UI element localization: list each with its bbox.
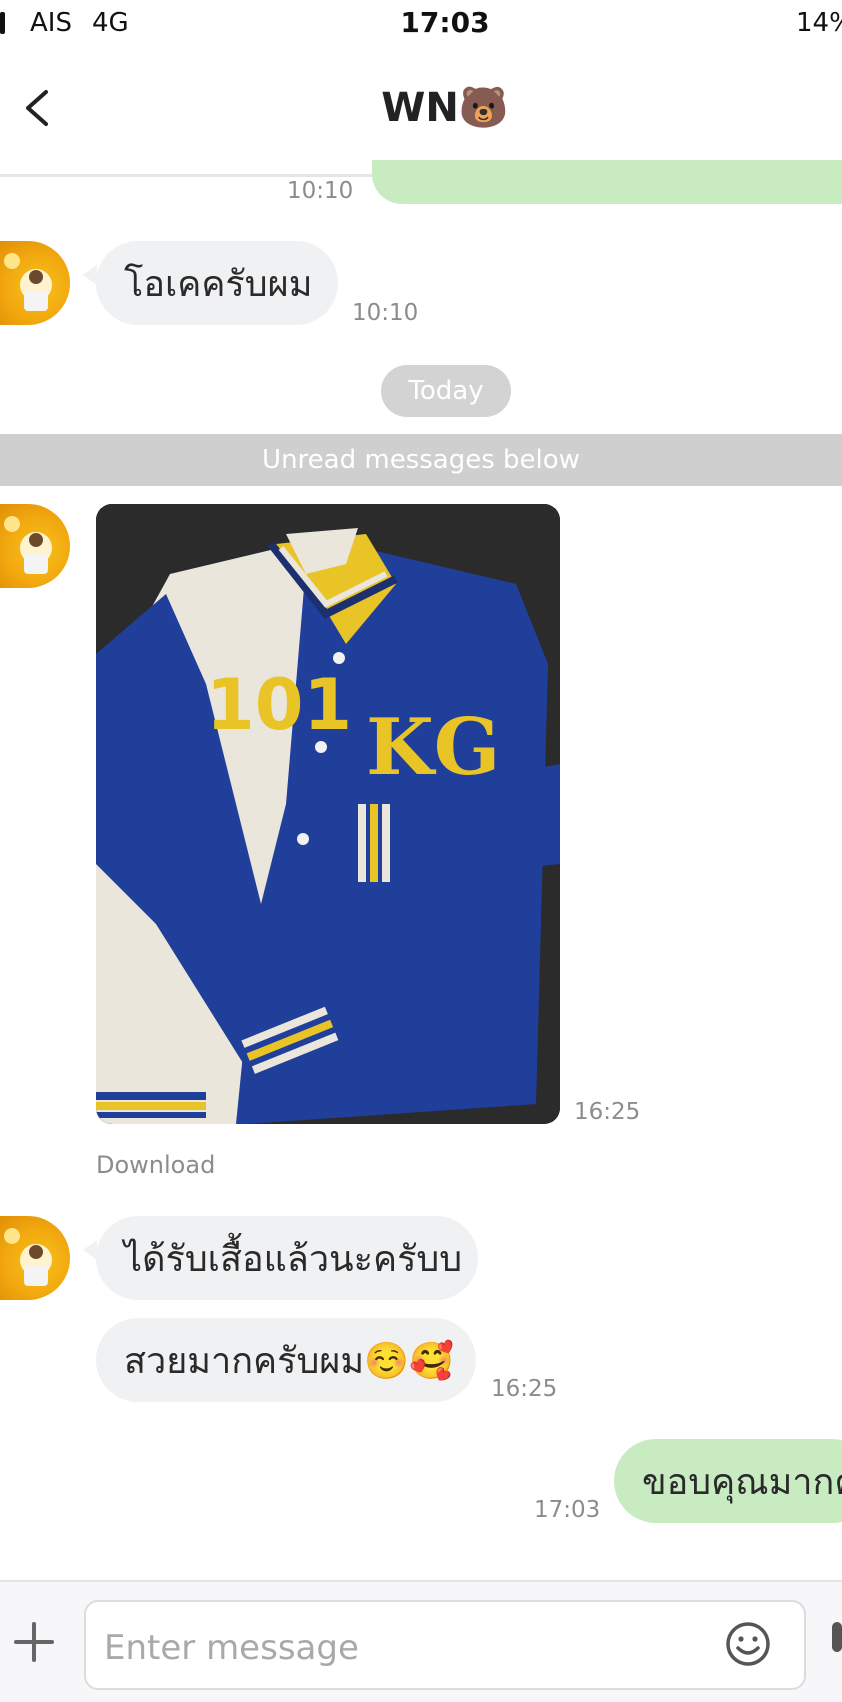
message-time: 16:25 bbox=[574, 1099, 641, 1125]
jacket-number: 101 bbox=[206, 664, 352, 746]
image-message[interactable]: 101 KG bbox=[96, 504, 560, 1124]
bubble-tail bbox=[83, 1240, 97, 1260]
emoji-button[interactable] bbox=[724, 1620, 772, 1668]
outgoing-bubble-partial[interactable] bbox=[372, 160, 842, 204]
contact-avatar[interactable] bbox=[0, 241, 70, 325]
unread-banner: Unread messages below bbox=[0, 434, 842, 486]
plus-icon bbox=[14, 1622, 54, 1662]
voice-button[interactable] bbox=[830, 1618, 842, 1668]
jacket-initials: KG bbox=[366, 702, 500, 793]
status-clock: 17:03 bbox=[400, 6, 490, 39]
contact-avatar[interactable] bbox=[0, 1216, 70, 1300]
avatar-image bbox=[4, 1228, 52, 1286]
smile-icon bbox=[726, 1622, 770, 1666]
jacket-photo: 101 KG bbox=[96, 504, 560, 1124]
outgoing-message[interactable]: ขอบคุณมากค bbox=[614, 1439, 842, 1523]
message-time: 10:10 bbox=[287, 178, 354, 204]
chat-title: WN🐻 bbox=[381, 85, 509, 131]
contact-avatar[interactable] bbox=[0, 504, 70, 588]
status-bar: AIS 4G 17:03 14% bbox=[0, 0, 842, 50]
message-time: 10:10 bbox=[352, 300, 419, 326]
message-time: 17:03 bbox=[534, 1497, 601, 1523]
add-attachment-button[interactable] bbox=[12, 1620, 56, 1664]
avatar-image bbox=[4, 253, 52, 311]
avatar-image bbox=[4, 516, 52, 574]
incoming-message[interactable]: ได้รับเสื้อแล้วนะครับบ bbox=[96, 1216, 478, 1300]
bubble-tail bbox=[83, 265, 97, 285]
battery-percent: 14% bbox=[796, 8, 842, 38]
date-divider: Today bbox=[381, 365, 511, 417]
mic-icon bbox=[832, 1622, 842, 1652]
download-link[interactable]: Download bbox=[96, 1151, 215, 1179]
incoming-message[interactable]: สวยมากครับผม☺️🥰 bbox=[96, 1318, 476, 1402]
incoming-message[interactable]: โอเคครับผม bbox=[96, 241, 338, 325]
message-input-placeholder: Enter message bbox=[104, 1628, 359, 1668]
message-time: 16:25 bbox=[491, 1376, 558, 1402]
